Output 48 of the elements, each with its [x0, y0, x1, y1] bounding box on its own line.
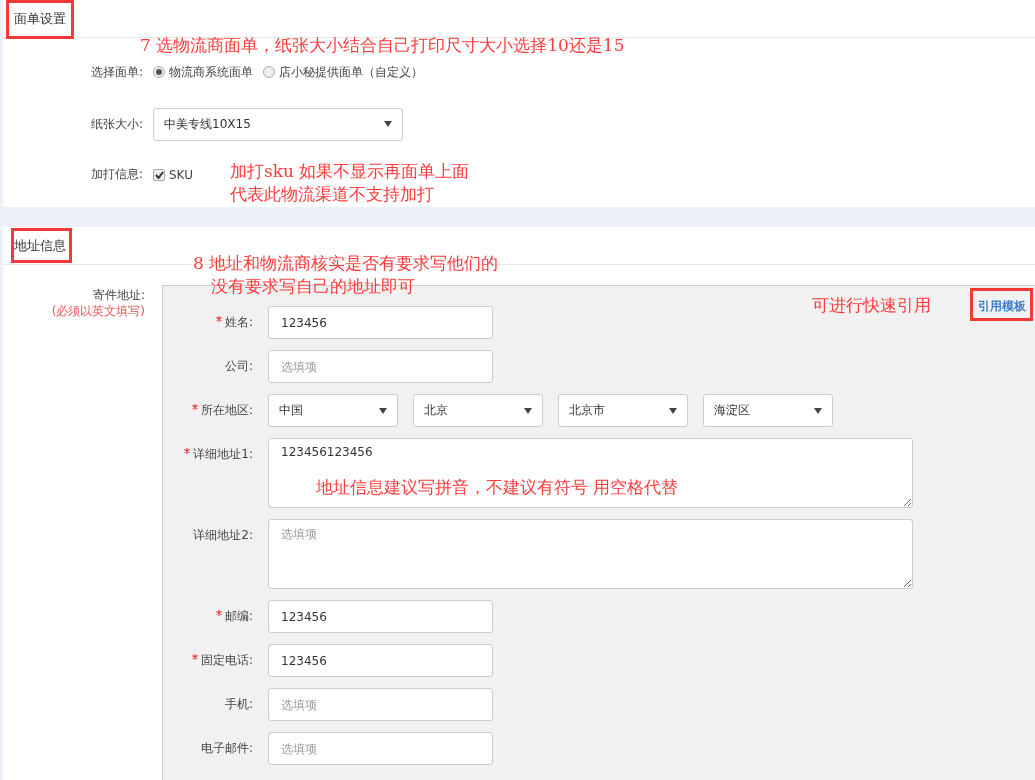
radio-option[interactable]: 店小秘提供面单（自定义） — [263, 63, 423, 81]
use-template-link[interactable]: 引用模板 — [978, 298, 1026, 315]
region-select[interactable]: 中国 — [268, 394, 398, 427]
paper-size-select[interactable]: 中美专线10X15 — [153, 107, 403, 141]
radio-option[interactable]: 物流商系统面单 — [153, 63, 253, 81]
field-label: 所在地区: — [163, 394, 268, 419]
field-label: 邮编: — [163, 600, 268, 625]
field-label: 电子邮件: — [199, 740, 254, 757]
note-text: (必须以英文填写) — [51, 303, 145, 319]
annotation-text: 没有要求写自己的地址即可 — [210, 275, 416, 298]
input-field[interactable]: 选填项 — [268, 519, 913, 589]
caret-icon — [524, 407, 532, 414]
caret-icon — [379, 407, 387, 414]
annotation-text: 可进行快速引用 — [812, 294, 931, 317]
checkmark-icon — [154, 170, 164, 179]
field-label: 详细地址1: — [163, 438, 268, 463]
region-select[interactable]: 海淀区 — [703, 394, 833, 427]
field-label: 选择面单: — [89, 63, 144, 81]
field-label: 姓名: — [163, 306, 268, 331]
field-label: 固定电话: — [163, 644, 268, 669]
annotation-text: 7 选物流商面单，纸张大小结合自己打印尺寸大小选择10还是15 — [140, 34, 625, 57]
highlight-frame — [970, 288, 1033, 321]
caret-icon — [814, 407, 822, 414]
annotation-text: 8 地址和物流商核实是否有要求写他们的 — [193, 252, 499, 275]
input-field[interactable]: 选填项 — [268, 688, 493, 721]
input-field[interactable]: 123456 — [268, 644, 493, 677]
caret-icon — [669, 407, 677, 414]
field-label: 寄件地址: — [92, 287, 145, 303]
input-field[interactable]: 123456 — [268, 306, 493, 339]
field-label: 手机: — [223, 696, 254, 713]
highlight-frame — [6, 0, 74, 39]
annotation-text: 地址信息建议写拼音，不建议有符号 用空格代替 — [316, 476, 679, 499]
field-label: 公司: — [223, 358, 254, 375]
input-field[interactable]: 123456 — [268, 600, 493, 633]
input-field[interactable]: 选填项 — [268, 350, 493, 383]
input-field[interactable]: 选填项 — [268, 732, 493, 765]
section-title: 面单设置 — [14, 9, 66, 28]
field-label: 加打信息: — [89, 166, 144, 183]
highlight-frame — [11, 228, 72, 263]
region-select[interactable]: 北京 — [413, 394, 543, 427]
field-label: 纸张大小: — [89, 115, 144, 133]
checkbox-option[interactable]: SKU — [153, 167, 193, 182]
annotation-text: 代表此物流渠道不支持加打 — [230, 183, 435, 206]
region-select[interactable]: 北京市 — [558, 394, 688, 427]
caret-icon — [384, 121, 392, 127]
section-title: 地址信息 — [14, 236, 66, 255]
field-label: 详细地址2: — [192, 527, 254, 544]
annotation-text: 加打sku 如果不显示再面单上面 — [230, 160, 470, 183]
